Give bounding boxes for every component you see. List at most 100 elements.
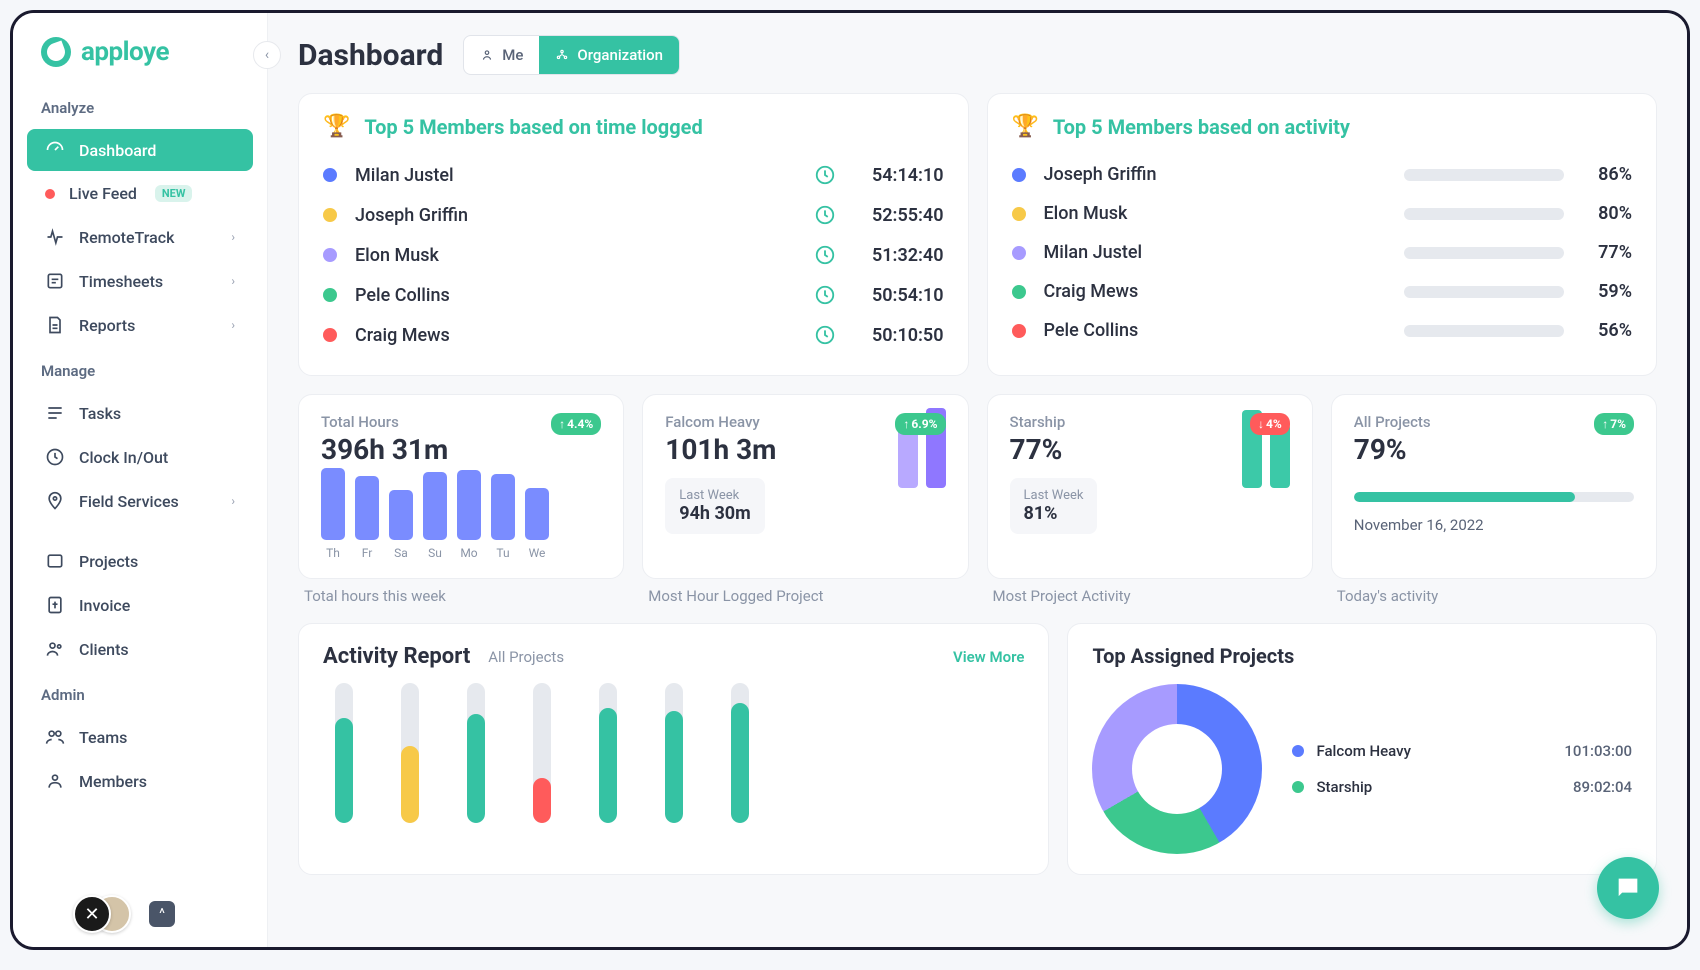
color-dot-icon	[1292, 781, 1304, 793]
member-row[interactable]: Elon Musk80%	[1012, 194, 1633, 233]
clock-icon	[45, 447, 65, 467]
member-row[interactable]: Elon Musk 51:32:40	[323, 235, 944, 275]
member-row[interactable]: Craig Mews59%	[1012, 272, 1633, 311]
member-name: Milan Justel	[355, 165, 796, 186]
nav-label: Members	[79, 772, 147, 791]
color-dot-icon	[323, 288, 337, 302]
member-row[interactable]: Milan Justel 77%	[1012, 233, 1633, 272]
nav-label: Live Feed	[69, 184, 137, 203]
stat-label: Total Hours	[321, 413, 448, 431]
nav-label: Timesheets	[79, 272, 163, 291]
chevron-left-icon: ‹	[265, 47, 269, 63]
chevron-right-icon: ›	[231, 230, 235, 244]
clock-icon	[814, 204, 836, 226]
member-name: Pele Collins	[355, 285, 796, 306]
last-week-box: Last Week 94h 30m	[665, 478, 764, 534]
activity-title: Activity Report	[323, 644, 470, 669]
stat-label: All Projects	[1354, 413, 1431, 431]
color-dot-icon	[323, 328, 337, 342]
legend-name: Falcom Heavy	[1316, 742, 1552, 760]
nav-field[interactable]: Field Services ›	[27, 480, 253, 522]
activity-bar	[533, 683, 551, 823]
nav-members[interactable]: Members	[27, 760, 253, 802]
weekly-bar-chart: ThFrSaSuMoTuWe	[321, 478, 601, 560]
org-toggle[interactable]: Organization	[539, 36, 679, 74]
footer-strip: ^	[73, 895, 175, 933]
chevron-right-icon: ›	[231, 318, 235, 332]
pulse-icon	[45, 227, 65, 247]
timesheet-icon	[45, 271, 65, 291]
stat-label: Falcom Heavy	[665, 413, 776, 431]
view-more-link[interactable]: View More	[953, 648, 1024, 666]
nav-projects[interactable]: Projects	[27, 540, 253, 582]
member-row[interactable]: Craig Mews50:10:50	[323, 315, 944, 355]
chat-icon	[1614, 874, 1642, 902]
activity-report-card: Activity Report All Projects View More	[298, 623, 1049, 875]
nav-invoice[interactable]: Invoice	[27, 584, 253, 626]
stat-value: 79%	[1354, 433, 1431, 466]
trophy-icon: 🏆	[323, 114, 350, 139]
nav-remotetrack[interactable]: RemoteTrack ›	[27, 216, 253, 258]
stat-value: 396h 31m	[321, 433, 448, 466]
color-dot-icon	[1292, 745, 1304, 757]
users-icon	[45, 639, 65, 659]
activity-bar	[665, 683, 683, 823]
member-name: Milan Justel	[1044, 242, 1387, 263]
color-dot-icon	[1012, 168, 1026, 182]
avatar[interactable]	[73, 895, 111, 933]
activity-pct: 86%	[1582, 164, 1632, 185]
me-toggle[interactable]: Me	[464, 36, 539, 74]
nav-tasks[interactable]: Tasks	[27, 392, 253, 434]
member-row[interactable]: Pele Collins 50:54:10	[323, 275, 944, 315]
me-label: Me	[502, 46, 523, 64]
member-name: Elon Musk	[355, 245, 796, 266]
time-value: 50:10:50	[854, 325, 944, 346]
top-time-card: 🏆 Top 5 Members based on time logged Mil…	[298, 93, 969, 376]
color-dot-icon	[323, 208, 337, 222]
nav-dashboard[interactable]: Dashboard	[27, 129, 253, 171]
color-dot-icon	[323, 248, 337, 262]
trophy-icon: 🏆	[1012, 114, 1039, 139]
clock-icon	[814, 324, 836, 346]
member-row[interactable]: Milan Justel54:14:10	[323, 155, 944, 195]
chat-fab[interactable]	[1597, 857, 1659, 919]
activity-subtitle: All Projects	[488, 648, 564, 666]
member-row[interactable]: Joseph Griffin52:55:40	[323, 195, 944, 235]
activity-bar	[401, 683, 419, 823]
clock-icon	[814, 244, 836, 266]
org-label: Organization	[577, 46, 663, 64]
chevron-up-icon: ^	[159, 906, 165, 922]
member-row[interactable]: Pele Collins56%	[1012, 311, 1633, 350]
collapse-up-button[interactable]: ^	[149, 901, 175, 927]
nav-reports[interactable]: Reports ›	[27, 304, 253, 346]
starship-card: Starship 77% ↓4% Last Week 81%	[987, 394, 1313, 579]
activity-pct: 77%	[1582, 242, 1632, 263]
stat-value: 77%	[1010, 433, 1066, 466]
list-icon	[45, 403, 65, 423]
delta-chip: ↓4%	[1250, 413, 1290, 435]
nav-timesheets[interactable]: Timesheets ›	[27, 260, 253, 302]
chevron-right-icon: ›	[231, 494, 235, 508]
activity-bar	[467, 683, 485, 823]
activity-bar	[599, 683, 617, 823]
clock-icon	[814, 164, 836, 186]
user-icon	[45, 771, 65, 791]
nav-section-admin: Admin	[13, 672, 267, 714]
progress-bar	[1354, 492, 1634, 502]
main-content: Dashboard Me Organization 🏆 Top 5 Member…	[268, 13, 1687, 947]
time-value: 50:54:10	[854, 285, 944, 306]
logo[interactable]: apploye	[13, 37, 267, 85]
time-value: 51:32:40	[854, 245, 944, 266]
member-row[interactable]: Joseph Griffin86%	[1012, 155, 1633, 194]
nav-livefeed[interactable]: Live Feed NEW	[27, 173, 253, 214]
delta-chip: ↑7%	[1594, 413, 1634, 435]
activity-bar	[1404, 208, 1564, 220]
nav-section-manage: Manage	[13, 348, 267, 390]
nav-label: Clients	[79, 640, 129, 659]
all-projects-card: All Projects 79% ↑7% November 16, 2022	[1331, 394, 1657, 579]
sidebar-collapse-button[interactable]: ‹	[253, 41, 281, 69]
nav-clock[interactable]: Clock In/Out	[27, 436, 253, 478]
nav-label: Invoice	[79, 596, 130, 615]
nav-clients[interactable]: Clients	[27, 628, 253, 670]
nav-teams[interactable]: Teams	[27, 716, 253, 758]
